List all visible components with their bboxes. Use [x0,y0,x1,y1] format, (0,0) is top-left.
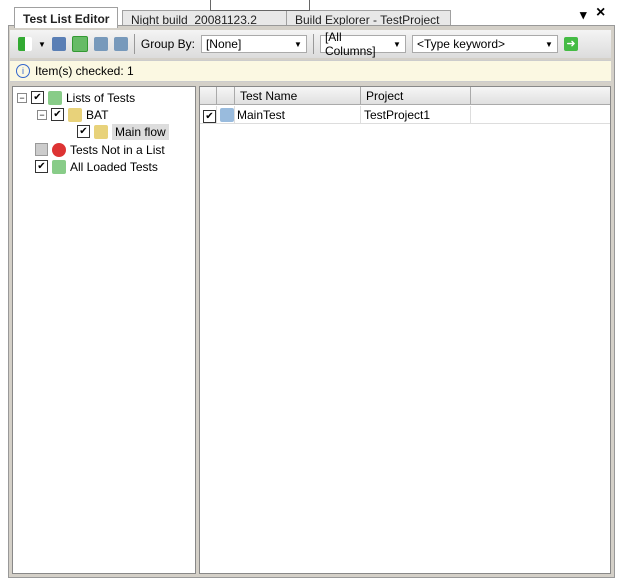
tooltip-fragment [210,0,310,11]
all-tests-icon [52,159,66,174]
properties-icon[interactable] [51,37,66,51]
new-list-icon[interactable] [93,37,108,51]
tree-label: Main flow [112,123,169,140]
refresh-icon[interactable] [71,36,88,52]
collapse-icon[interactable]: − [37,109,47,120]
tab-bar: Test List Editor Night build_20081123.2 … [8,4,613,28]
chevron-down-icon: ▼ [294,39,302,49]
folder-list-icon [68,107,82,122]
test-lists-tree: − ✔ Lists of Tests − ✔ BAT ✔ Main flow Tests … [12,86,196,574]
keyword-input[interactable]: <Type keyword> ▼ [411,35,558,53]
cell-test-name: MainTest [235,106,361,124]
tree-label: Lists of Tests [66,90,136,105]
test-list-icon [48,90,62,105]
cell-project: TestProject1 [361,106,471,124]
tree-item-bat[interactable]: − ✔ BAT [37,106,108,123]
tree-label: All Loaded Tests [70,159,158,174]
tab-test-list-editor[interactable]: Test List Editor [14,7,119,28]
row-checkbox-cell[interactable]: ✔ [200,106,217,124]
keyword-placeholder: <Type keyword> [416,37,506,51]
columns-value: [All Columns] [324,30,376,58]
tree-item-main-flow[interactable]: ✔ Main flow [77,123,169,140]
checkbox[interactable]: ✔ [51,108,64,121]
chevron-down-icon: ▼ [393,39,401,49]
checkbox[interactable]: ✔ [35,160,48,173]
tree-label: BAT [86,107,109,122]
column-header-empty [471,87,610,105]
cell-empty [471,106,610,124]
group-by-select[interactable]: [None] ▼ [200,35,307,53]
pin-dropdown-icon[interactable]: ▾ [580,7,587,23]
info-icon: i [16,64,30,78]
run-dropdown-icon[interactable]: ▼ [38,40,46,49]
info-bar: i Item(s) checked: 1 [10,60,611,82]
columns-select[interactable]: [All Columns] ▼ [319,30,406,58]
tree-item-tests-not-in-list[interactable]: Tests Not in a List [35,141,165,158]
tree-item-lists-of-tests[interactable]: − ✔ Lists of Tests [17,89,135,106]
chevron-down-icon: ▼ [545,39,553,49]
checkbox[interactable]: ✔ [31,91,44,104]
column-header-icon[interactable] [217,87,235,105]
separator [312,34,314,54]
separator [133,34,135,54]
group-by-label: Group By: [140,37,195,51]
run-tests-icon[interactable] [18,37,32,51]
info-text: Item(s) checked: 1 [35,64,134,78]
apply-filter-icon[interactable]: ➜ [563,37,578,51]
checkbox[interactable] [35,143,48,156]
toolbar: ▼ Group By: [None] ▼ [All Columns] ▼ <Type… [10,30,611,58]
folder-list-icon [94,124,108,139]
checkbox[interactable]: ✔ [77,125,90,138]
tests-grid: Test Name Project ✔ MainTest TestProject… [199,86,611,574]
column-header-check[interactable] [200,87,217,105]
row-icon-cell [217,106,235,124]
checkbox[interactable]: ✔ [203,110,216,123]
tree-item-all-loaded-tests[interactable]: ✔ All Loaded Tests [35,158,158,175]
close-icon[interactable]: × [596,4,605,22]
collapse-icon[interactable]: − [17,92,27,103]
group-by-value: [None] [205,37,242,51]
import-list-icon[interactable] [113,37,128,51]
column-header-project[interactable]: Project [361,87,471,105]
not-in-list-icon [52,142,66,157]
tree-label: Tests Not in a List [70,142,165,157]
column-header-test-name[interactable]: Test Name [235,87,361,105]
test-file-icon [220,108,234,122]
